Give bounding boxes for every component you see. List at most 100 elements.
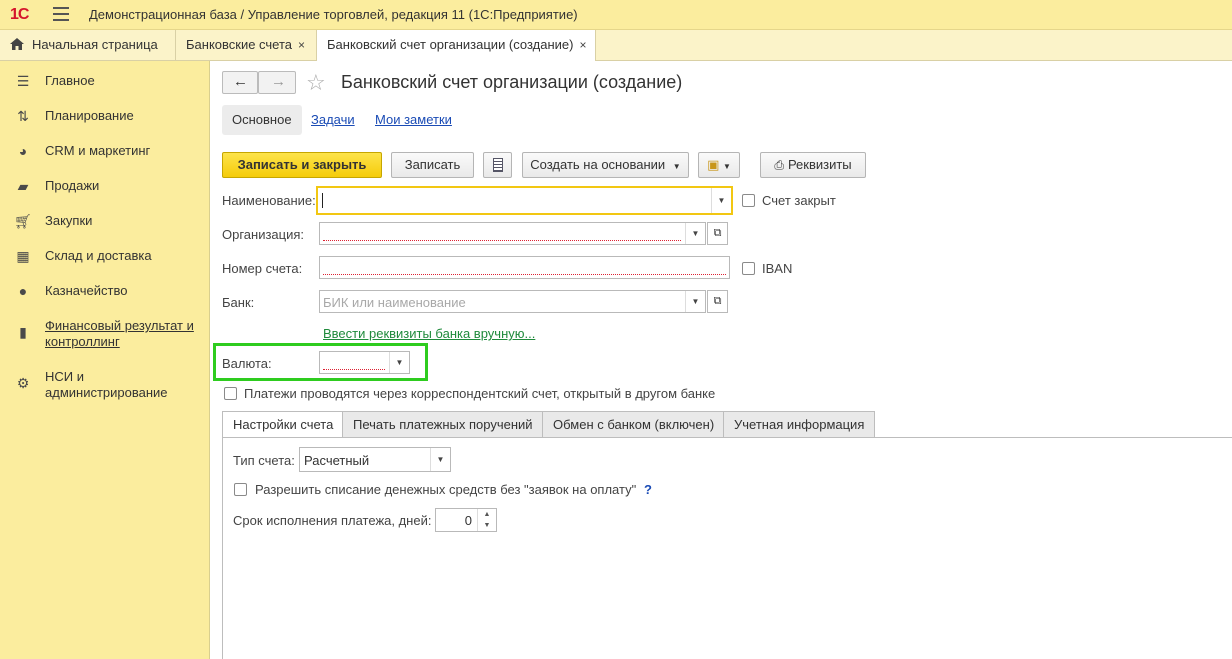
sidebar-item-crm[interactable]: ◕ CRM и маркетинг [0, 143, 210, 159]
close-icon[interactable]: × [298, 38, 305, 52]
sidebar-item-main[interactable]: ☰ Главное [0, 73, 210, 89]
bank-field[interactable]: БИК или наименование ▼ [319, 290, 706, 313]
form-area: ← → ☆ Банковский счет организации (созда… [210, 61, 1232, 659]
sidebar-item-label: Планирование [45, 108, 134, 123]
payment-term-stepper[interactable]: 0 ▲ ▼ [435, 508, 497, 532]
save-button[interactable]: Записать [391, 152, 474, 178]
tab-bank-accounts[interactable]: Банковские счета × [176, 30, 317, 61]
text-cursor [322, 193, 323, 208]
home-icon [10, 38, 24, 50]
favorite-star-icon[interactable]: ☆ [306, 70, 326, 96]
name-field[interactable]: ▼ [316, 186, 733, 215]
ruble-icon: ● [18, 283, 28, 299]
planning-icon: ⇅ [17, 108, 29, 124]
tab-notes[interactable]: Мои заметки [375, 105, 452, 135]
sidebar-item-treasury[interactable]: ● Казначейство [0, 283, 210, 299]
open-organization-button[interactable]: ⧉ [707, 222, 728, 245]
account-type-value: Расчетный [304, 453, 370, 468]
sidebar-item-label: Казначейство [45, 283, 128, 298]
tab-home[interactable]: Начальная страница [0, 30, 176, 61]
sidebar-item-label: CRM и маркетинг [45, 143, 151, 158]
organization-field[interactable]: ▼ [319, 222, 706, 245]
currency-label: Валюта: [222, 356, 272, 371]
tab-print-payment-orders[interactable]: Печать платежных поручений [342, 411, 544, 438]
chevron-down-icon: ▼ [723, 162, 731, 171]
sidebar-item-sales[interactable]: ▰ Продажи [0, 178, 210, 194]
account-number-field[interactable] [319, 256, 730, 279]
tab-tasks[interactable]: Задачи [311, 105, 355, 135]
sidebar-item-label: Закупки [45, 213, 93, 228]
account-number-label: Номер счета: [222, 261, 303, 276]
chevron-down-icon: ▼ [672, 162, 681, 171]
currency-field[interactable]: ▼ [319, 351, 410, 374]
sidebar-item-finance[interactable]: ▮ Финансовый результат и контроллинг [0, 318, 200, 350]
sidebar-item-label: НСИ и администрирование [45, 369, 168, 400]
allow-without-request-label: Разрешить списание денежных средств без … [255, 482, 637, 497]
main-menu-icon[interactable] [53, 7, 69, 21]
warehouse-grid-icon: ▦ [16, 248, 30, 264]
sidebar-item-purchases[interactable]: 🛒︎ Закупки [0, 213, 210, 229]
sidebar-item-planning[interactable]: ⇅ Планирование [0, 108, 210, 124]
iban-label: IBAN [762, 261, 793, 276]
app-title: Демонстрационная база / Управление торго… [89, 7, 578, 22]
account-closed-label: Счет закрыт [762, 193, 836, 208]
chevron-down-icon[interactable]: ▼ [389, 352, 409, 373]
sidebar-item-admin[interactable]: ⚙ НСИ и администрирование [0, 369, 190, 401]
document-list-icon [492, 158, 503, 172]
save-close-button[interactable]: Записать и закрыть [222, 152, 382, 178]
sidebar-item-label: Продажи [45, 178, 100, 193]
tab-bank-account-create[interactable]: Банковский счет организации (создание) × [316, 30, 596, 62]
organization-label: Организация: [222, 227, 305, 242]
create-based-button[interactable]: Создать на основании ▼ [522, 152, 689, 178]
menu-lines-icon: ☰ [16, 73, 30, 89]
printer-icon: ⎙ [774, 158, 784, 172]
document-list-button[interactable] [483, 152, 512, 178]
iban-checkbox[interactable] [742, 262, 755, 275]
app-logo: 1С [10, 6, 29, 23]
manual-bank-link[interactable]: Ввести реквизиты банка вручную... [323, 326, 535, 341]
sidebar: ☰ Главное ⇅ Планирование ◕ CRM и маркети… [0, 61, 210, 659]
bank-label: Банк: [222, 295, 255, 310]
sidebar-item-label: Главное [45, 73, 95, 88]
allow-without-request-checkbox[interactable] [234, 483, 247, 496]
open-bank-button[interactable]: ⧉ [707, 290, 728, 313]
close-icon[interactable]: × [580, 38, 587, 52]
tab-main[interactable]: Основное [222, 105, 302, 135]
corr-account-label: Платежи проводятся через корреспондентск… [244, 386, 716, 401]
chevron-down-icon[interactable]: ▼ [685, 291, 705, 312]
arrow-right-icon: → [271, 73, 286, 90]
cart-icon: 🛒︎ [14, 213, 32, 229]
tab-bank-exchange[interactable]: Обмен с банком (включен) [542, 411, 726, 438]
arrow-left-icon: ← [233, 73, 248, 90]
account-closed-checkbox[interactable] [742, 194, 755, 207]
shopping-bag-icon: ▰ [17, 178, 29, 194]
tab-account-settings[interactable]: Настройки счета [222, 411, 345, 438]
sidebar-item-warehouse[interactable]: ▦ Склад и доставка [0, 248, 210, 264]
tab-accounting-info[interactable]: Учетная информация [723, 411, 876, 438]
account-type-select[interactable]: Расчетный ▼ [299, 447, 451, 472]
requisites-button[interactable]: ⎙ Реквизиты [760, 152, 866, 178]
sidebar-item-label: Склад и доставка [45, 248, 152, 263]
tab-home-label: Начальная страница [32, 37, 158, 52]
forward-button[interactable]: → [258, 71, 296, 94]
attachments-button[interactable]: ▣ ▼ [698, 152, 740, 178]
payment-term-value: 0 [464, 513, 472, 528]
chevron-down-icon[interactable]: ▼ [685, 223, 705, 244]
chevron-down-icon[interactable]: ▼ [711, 188, 731, 213]
corr-account-checkbox[interactable] [224, 387, 237, 400]
window-tabs-bar: Начальная страница Банковские счета × Бан… [0, 30, 1232, 62]
back-button[interactable]: ← [222, 71, 258, 94]
bank-placeholder: БИК или наименование [323, 295, 466, 310]
title-bar: 1С Демонстрационная база / Управление то… [0, 0, 1232, 30]
create-based-label: Создать на основании [530, 157, 666, 172]
required-underline [323, 274, 726, 275]
bar-chart-icon: ▮ [19, 324, 27, 340]
gear-icon: ⚙ [16, 375, 30, 391]
requisites-label: Реквизиты [787, 157, 852, 172]
tab-bank-accounts-label: Банковские счета [186, 37, 293, 52]
tab-active-label: Банковский счет организации (создание) [327, 37, 574, 52]
stepper-arrows-icon[interactable]: ▲ ▼ [477, 509, 496, 531]
help-icon[interactable]: ? [644, 482, 652, 497]
chevron-down-icon[interactable]: ▼ [430, 448, 450, 471]
account-type-label: Тип счета: [233, 453, 295, 468]
